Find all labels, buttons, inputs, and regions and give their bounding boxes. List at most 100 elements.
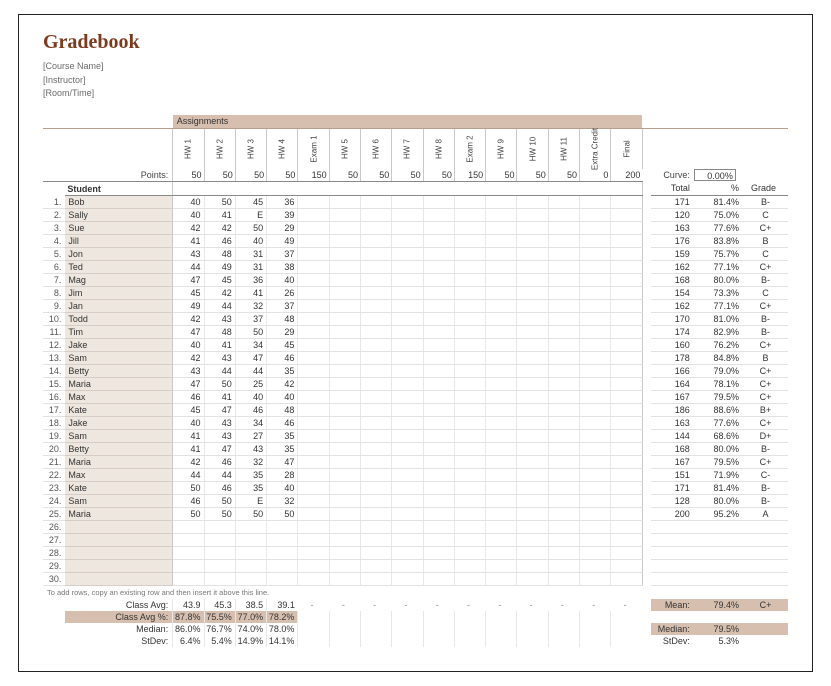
score-cell[interactable] [611,378,643,391]
score-cell[interactable] [548,274,579,287]
score-cell[interactable] [517,287,548,300]
student-name-cell[interactable]: Maria [65,378,172,391]
score-cell[interactable]: 40 [173,196,204,209]
score-cell[interactable] [486,352,517,365]
score-cell[interactable] [454,313,485,326]
score-cell[interactable] [517,352,548,365]
score-cell[interactable] [329,274,360,287]
score-cell[interactable]: 43 [204,430,235,443]
score-cell[interactable] [298,313,329,326]
score-cell[interactable] [392,326,423,339]
score-cell[interactable] [298,482,329,495]
score-cell[interactable] [486,508,517,521]
student-name-cell[interactable]: Maria [65,456,172,469]
score-cell[interactable] [548,287,579,300]
points-cell[interactable]: 50 [548,169,579,182]
score-cell[interactable] [580,274,611,287]
score-cell[interactable] [392,339,423,352]
score-cell[interactable] [517,482,548,495]
points-cell[interactable]: 50 [173,169,204,182]
score-cell[interactable]: 41 [235,287,266,300]
score-cell[interactable] [360,404,391,417]
points-cell[interactable]: 50 [486,169,517,182]
score-cell[interactable] [329,287,360,300]
points-cell[interactable]: 50 [517,169,548,182]
score-cell[interactable] [486,209,517,222]
score-cell[interactable]: 47 [173,378,204,391]
score-cell[interactable] [580,443,611,456]
score-cell[interactable] [423,417,454,430]
score-cell[interactable] [392,274,423,287]
score-cell[interactable] [298,222,329,235]
score-cell[interactable] [454,274,485,287]
score-cell[interactable] [580,209,611,222]
score-cell[interactable]: 45 [173,287,204,300]
score-cell[interactable] [517,313,548,326]
score-cell[interactable] [360,196,391,209]
score-cell[interactable]: 46 [204,482,235,495]
score-cell[interactable] [548,235,579,248]
score-cell[interactable] [454,404,485,417]
score-cell[interactable] [392,300,423,313]
score-cell[interactable]: 37 [235,313,266,326]
score-cell[interactable] [392,443,423,456]
score-cell[interactable] [517,430,548,443]
score-cell[interactable]: 41 [173,235,204,248]
score-cell[interactable] [486,300,517,313]
score-cell[interactable] [486,339,517,352]
score-cell[interactable] [486,456,517,469]
points-cell[interactable]: 50 [267,169,298,182]
score-cell[interactable] [454,261,485,274]
score-cell[interactable]: 47 [235,352,266,365]
score-cell[interactable]: 28 [267,469,298,482]
score-cell[interactable]: 50 [204,508,235,521]
score-cell[interactable] [360,209,391,222]
score-cell[interactable]: 43 [173,365,204,378]
score-cell[interactable] [392,261,423,274]
score-cell[interactable] [360,391,391,404]
score-cell[interactable] [423,339,454,352]
score-cell[interactable]: 32 [235,300,266,313]
score-cell[interactable] [517,469,548,482]
student-name-cell[interactable]: Max [65,391,172,404]
score-cell[interactable] [580,456,611,469]
score-cell[interactable] [548,469,579,482]
score-cell[interactable] [548,495,579,508]
score-cell[interactable] [517,248,548,261]
score-cell[interactable] [517,456,548,469]
points-cell[interactable]: 50 [423,169,454,182]
score-cell[interactable] [580,404,611,417]
score-cell[interactable] [580,469,611,482]
score-cell[interactable] [548,248,579,261]
score-cell[interactable]: 46 [173,495,204,508]
score-cell[interactable]: E [235,495,266,508]
score-cell[interactable] [423,235,454,248]
score-cell[interactable] [580,430,611,443]
score-cell[interactable] [548,222,579,235]
score-cell[interactable]: 40 [235,235,266,248]
score-cell[interactable] [611,417,643,430]
score-cell[interactable] [298,274,329,287]
score-cell[interactable] [298,339,329,352]
score-cell[interactable] [298,443,329,456]
score-cell[interactable] [548,365,579,378]
score-cell[interactable] [392,365,423,378]
student-name-cell[interactable]: Bob [65,196,172,209]
score-cell[interactable]: 45 [235,196,266,209]
score-cell[interactable] [329,469,360,482]
score-cell[interactable]: 41 [173,443,204,456]
score-cell[interactable] [392,287,423,300]
score-cell[interactable] [392,209,423,222]
score-cell[interactable] [548,300,579,313]
student-name-cell[interactable]: Ted [65,261,172,274]
score-cell[interactable] [329,365,360,378]
score-cell[interactable] [548,417,579,430]
score-cell[interactable]: 26 [267,287,298,300]
score-cell[interactable] [611,430,643,443]
score-cell[interactable]: 29 [267,326,298,339]
score-cell[interactable]: 41 [204,339,235,352]
score-cell[interactable] [548,443,579,456]
points-cell[interactable]: 200 [611,169,643,182]
score-cell[interactable] [360,508,391,521]
score-cell[interactable]: 37 [267,300,298,313]
